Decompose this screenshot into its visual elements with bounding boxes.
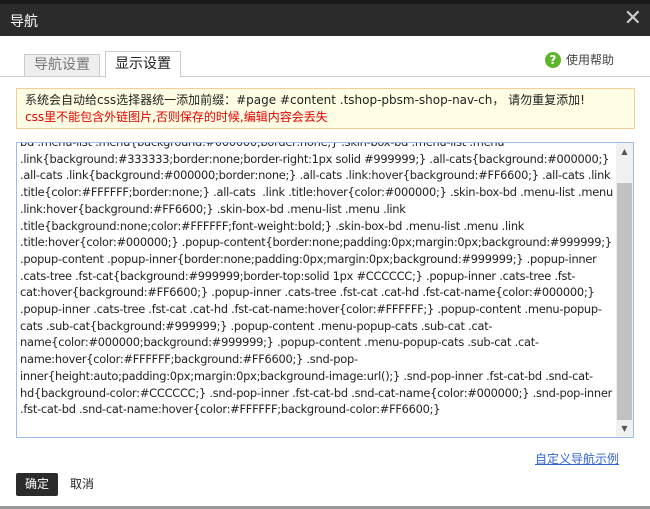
css-line: .link:hover{background:#FF6600;} .skin-b… [20, 201, 406, 216]
css-line: .title{background:none;color:#FFFFFF;fon… [20, 218, 525, 233]
css-line: .cats-tree .fst-cat{background:#999999;b… [20, 268, 576, 283]
css-line: name{color:#000000;background:#999999;} … [20, 335, 539, 350]
css-line: cat:hover{background:#FF6600;} .popup-in… [20, 285, 595, 300]
css-line: .link{background:#333333;border:none;bor… [20, 151, 610, 166]
css-textarea[interactable]: bd .menu-list .menu{background:#000000;b… [16, 142, 634, 438]
notice-prefix-text: 系统会自动给css选择器统一添加前缀：#page #content .tshop… [25, 93, 585, 107]
help-label: 使用帮助 [566, 53, 615, 67]
question-circle-icon: ? [545, 51, 561, 68]
css-line: inner{height:auto;padding:0px;margin:0px… [20, 368, 593, 383]
css-line: .title:hover{color:#000000;} .popup-cont… [20, 235, 612, 250]
css-line: bd .menu-list .menu{background:#000000;b… [20, 142, 505, 149]
dialog-title: 导航 [10, 14, 38, 30]
help-link[interactable]: ? 使用帮助 [545, 51, 614, 68]
cancel-button[interactable]: 取消 [70, 473, 94, 496]
tab-nav-settings[interactable]: 导航设置 [24, 54, 100, 77]
css-line: .fst-cat-bd .snd-cat-name:hover{color:#F… [20, 402, 441, 417]
css-line: name:hover{color:#FFFFFF;background:#FF6… [20, 352, 358, 367]
scrollbar[interactable]: ▲ ▼ [616, 143, 633, 437]
scroll-up-icon[interactable]: ▲ [616, 143, 633, 160]
close-icon[interactable]: ✕ [624, 6, 642, 32]
dialog-title-bar: 导航 ✕ [0, 0, 650, 36]
scroll-down-icon[interactable]: ▼ [616, 420, 633, 437]
css-line: .title{color:#FFFFFF;border:none;} .all-… [20, 185, 613, 200]
tab-display-settings[interactable]: 显示设置 [105, 51, 181, 78]
css-line: .popup-content .popup-inner{border:none;… [20, 251, 597, 266]
notice-box: 系统会自动给css选择器统一添加前缀：#page #content .tshop… [16, 88, 635, 129]
css-line: .all-cats .link{background:#000000;borde… [20, 168, 611, 183]
css-line: .popup-inner .cats-tree .fst-cat .cat-hd… [20, 302, 602, 317]
confirm-button[interactable]: 确定 [16, 473, 58, 496]
custom-nav-example-link[interactable]: 自定义导航示例 [535, 450, 619, 467]
css-line: hd{background-color:#CCCCCC;} .snd-pop-i… [20, 385, 613, 400]
notice-warning-text: css里不能包含外链图片,否则保存的时候,编辑内容会丢失 [25, 110, 328, 124]
scrollbar-thumb[interactable] [617, 183, 632, 428]
css-line: cats .sub-cat{background:#999999;} .popu… [20, 318, 493, 333]
css-content: bd .menu-list .menu{background:#000000;b… [20, 142, 613, 418]
